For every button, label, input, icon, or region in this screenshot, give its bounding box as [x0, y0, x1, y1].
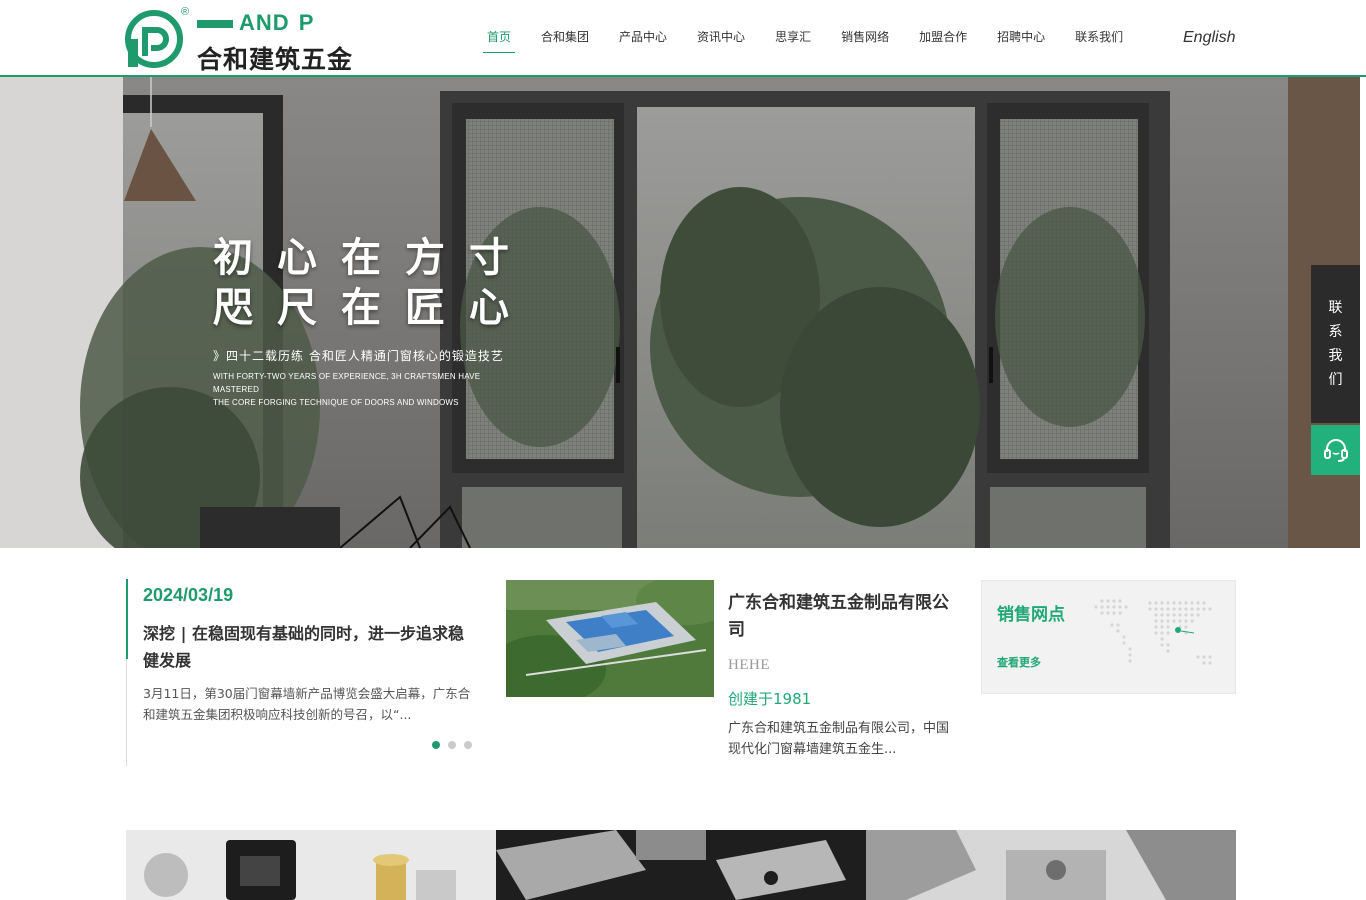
- hero-headline-2: 咫尺在匠心: [213, 285, 533, 331]
- logo-brand-en: AND P: [197, 10, 314, 36]
- side-contact-char: 我: [1328, 348, 1343, 364]
- news-card[interactable]: 2024/03/19 深挖 | 在稳固现有基础的同时，进一步追求稳健发展 3月1…: [126, 579, 478, 766]
- hero-illustration: [0, 77, 1360, 548]
- product-tile-3[interactable]: [866, 830, 1236, 900]
- registered-mark: ®: [181, 6, 190, 18]
- logo-brand-en-letters: AND: [239, 10, 290, 35]
- logo-brand-cn: 合和建筑五金: [197, 45, 354, 74]
- product-strip: [126, 830, 1236, 900]
- company-name-en: HEHE: [728, 657, 770, 673]
- hero-subtitle-en: WITH FORTY-TWO YEARS OF EXPERIENCE, 3H C…: [213, 370, 523, 409]
- pagination-dot-3[interactable]: [464, 741, 472, 749]
- hero-banner[interactable]: 初心在方寸 咫尺在匠心 》四十二载历练 合和匠人精通门窗核心的锻造技艺 WITH…: [0, 77, 1360, 548]
- sales-network-card[interactable]: 销售网点 查看更多: [981, 580, 1236, 694]
- news-pagination: [432, 741, 472, 749]
- pagination-dot-2[interactable]: [448, 741, 456, 749]
- hero-subtitle: 》四十二载历练 合和匠人精通门窗核心的锻造技艺: [213, 349, 504, 363]
- side-contact-char: 系: [1328, 324, 1343, 340]
- side-contact-char: 们: [1328, 372, 1343, 388]
- nav-item-careers[interactable]: 招聘中心: [982, 0, 1060, 75]
- logo-bar: [197, 20, 233, 29]
- nav-item-group[interactable]: 合和集团: [526, 0, 604, 75]
- hero-subtitle-en-line-1: WITH FORTY-TWO YEARS OF EXPERIENCE, 3H C…: [213, 372, 481, 394]
- factory-aerial-illustration: [506, 580, 714, 697]
- nav-item-forum[interactable]: 思享汇: [760, 0, 826, 75]
- logo-mark-icon: [125, 10, 183, 68]
- headset-icon: [1323, 439, 1348, 462]
- company-name[interactable]: 广东合和建筑五金制品有限公司: [728, 590, 958, 644]
- nav-item-home[interactable]: 首页: [472, 0, 526, 75]
- logo-brand-en-tail: P: [298, 10, 315, 35]
- nav-item-news[interactable]: 资讯中心: [682, 0, 760, 75]
- world-map-icon: [1094, 599, 1212, 665]
- nav-item-sales-network[interactable]: 销售网络: [826, 0, 904, 75]
- hero-subtitle-en-line-2: THE CORE FORGING TECHNIQUE OF DOORS AND …: [213, 398, 459, 407]
- news-title[interactable]: 深挖 | 在稳固现有基础的同时，进一步追求稳健发展: [143, 620, 471, 674]
- nav-item-products[interactable]: 产品中心: [604, 0, 682, 75]
- product-tile-1[interactable]: [126, 830, 496, 900]
- news-accent-bar: [126, 579, 128, 659]
- language-switch[interactable]: English: [1183, 29, 1235, 47]
- pagination-dot-1[interactable]: [432, 741, 440, 749]
- news-date: 2024/03/19: [143, 585, 234, 605]
- product-tile-2[interactable]: [496, 830, 866, 900]
- hero-text: 初心在方寸 咫尺在匠心 》四十二载历练 合和匠人精通门窗核心的锻造技艺 WITH…: [213, 233, 533, 409]
- company-founded: 创建于1981: [728, 690, 812, 708]
- company-description: 广东合和建筑五金制品有限公司，中国现代化门窗幕墙建筑五金生...: [728, 721, 950, 757]
- sales-network-more-link[interactable]: 查看更多: [997, 654, 1041, 670]
- site-header: ® AND P 合和建筑五金 首页 合和集团 产品中心 资讯中心 思享汇 销售网…: [0, 0, 1366, 77]
- main-nav: 首页 合和集团 产品中心 资讯中心 思享汇 销售网络 加盟合作 招聘中心 联系我…: [472, 0, 1138, 75]
- nav-item-contact[interactable]: 联系我们: [1060, 0, 1138, 75]
- side-contact-char: 联: [1328, 300, 1343, 316]
- product-fittings-illustration: [866, 830, 1236, 900]
- sales-network-title: 销售网点: [997, 605, 1065, 625]
- company-aerial-image[interactable]: [506, 580, 714, 697]
- product-hinge-illustration: [496, 830, 866, 900]
- news-excerpt: 3月11日，第30届门窗幕墙新产品博览会盛大启幕，广东合和建筑五金集团积极响应科…: [143, 686, 471, 722]
- customer-service-button[interactable]: [1311, 425, 1360, 475]
- product-hardware-illustration: [126, 830, 496, 900]
- site-logo[interactable]: ® AND P 合和建筑五金: [125, 6, 370, 74]
- side-contact-button[interactable]: 联 系 我 们: [1311, 265, 1360, 423]
- hero-headline-1: 初心在方寸: [213, 235, 533, 281]
- nav-item-franchise[interactable]: 加盟合作: [904, 0, 982, 75]
